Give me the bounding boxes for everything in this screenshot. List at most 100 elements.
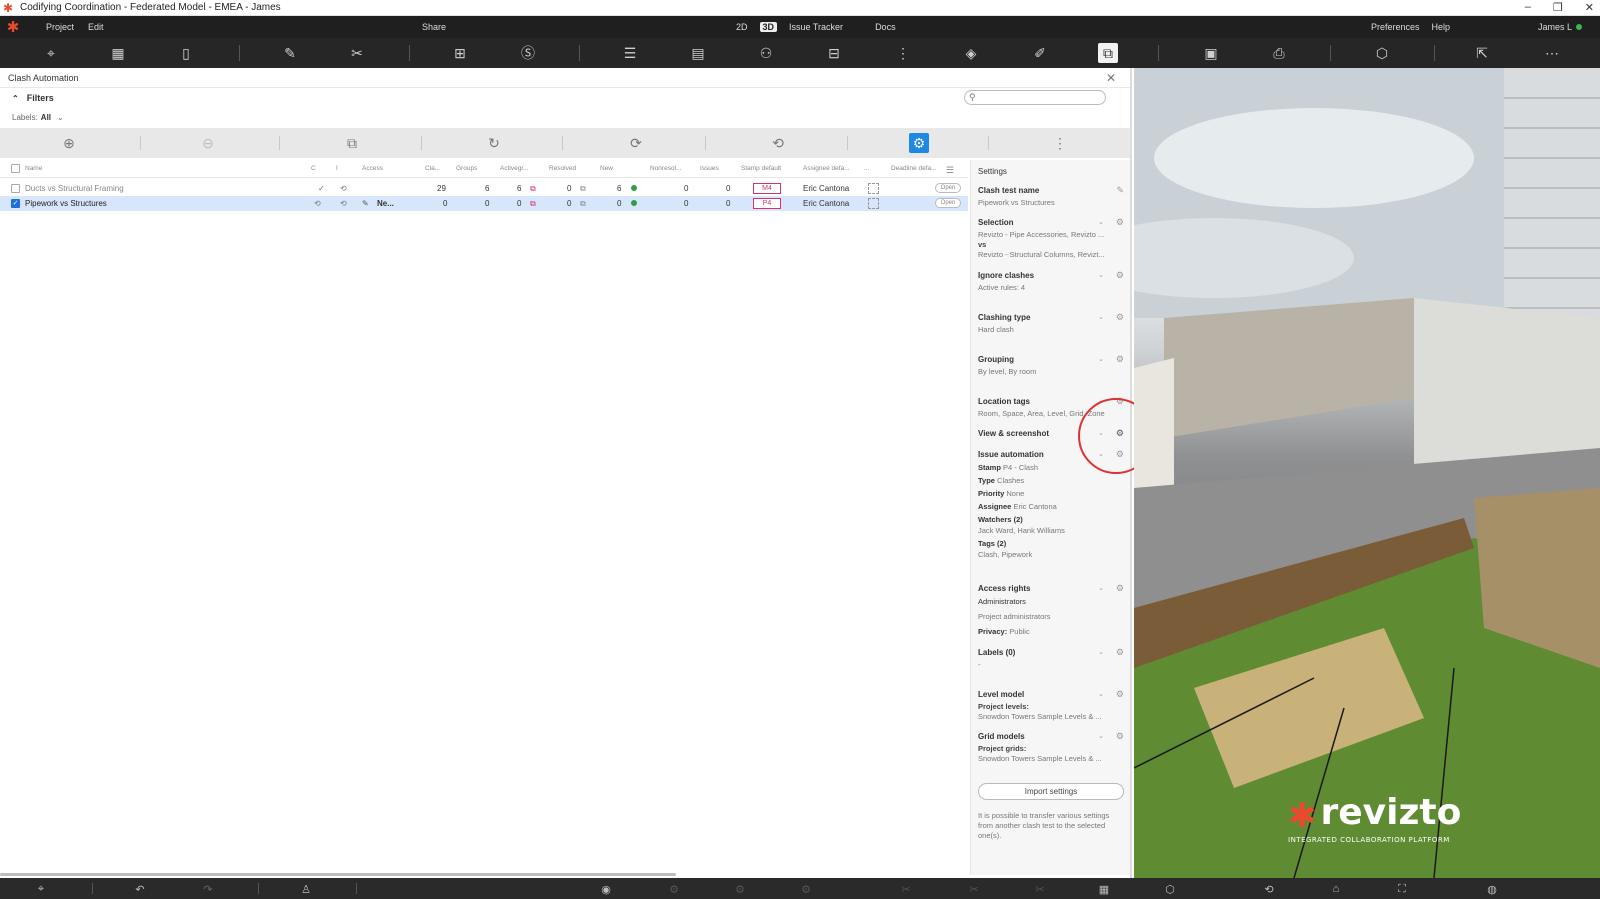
clash-automation-icon[interactable]: ⧉ xyxy=(1098,43,1118,63)
measure-icon[interactable]: ✎ xyxy=(280,43,300,63)
maximize-icon[interactable]: ❐ xyxy=(1553,1,1563,14)
help-link[interactable]: Help xyxy=(1431,22,1450,32)
row-active-link-icon[interactable]: ⧉ xyxy=(530,199,536,209)
gear-icon[interactable]: ⚙ xyxy=(1116,689,1124,700)
row-resolved-link-icon[interactable]: ⧉ xyxy=(580,199,586,209)
minimize-icon[interactable]: – xyxy=(1525,1,1531,14)
tool-icon[interactable]: ⚙ xyxy=(798,881,814,897)
col-resolved[interactable]: Resolved xyxy=(549,165,576,172)
col-groups[interactable]: Groups xyxy=(456,165,477,172)
chevron-down-icon[interactable]: ⌄ xyxy=(1098,690,1104,698)
add-clash-test-icon[interactable]: ⊕ xyxy=(59,133,79,153)
chevron-down-icon[interactable]: ⌄ xyxy=(1098,355,1104,363)
menu-share[interactable]: Share xyxy=(422,22,446,32)
refresh-icon[interactable]: ⟳ xyxy=(626,133,646,153)
gear-icon[interactable]: ⚙ xyxy=(1116,647,1124,658)
col-deadline-default[interactable]: Deadline defa... xyxy=(891,165,937,172)
mode-3d-button[interactable]: 3D xyxy=(759,22,778,32)
settings-gear-icon[interactable]: ⚙ xyxy=(909,133,929,153)
user-menu[interactable]: James L xyxy=(1538,22,1582,32)
globe-icon[interactable]: ◍ xyxy=(1484,881,1500,897)
gear-icon[interactable]: ⚙ xyxy=(1116,583,1124,594)
tool-icon[interactable]: ✂ xyxy=(966,881,982,897)
pencil-icon[interactable]: ✎ xyxy=(362,199,369,208)
cube-view-icon[interactable]: ⬡ xyxy=(1162,881,1178,897)
chevron-down-icon[interactable]: ⌄ xyxy=(1098,271,1104,279)
grid-icon[interactable]: ▦ xyxy=(1096,881,1112,897)
col-c[interactable]: C xyxy=(311,165,316,172)
horizontal-scrollbar[interactable] xyxy=(0,873,676,876)
tool-icon[interactable]: ⚙ xyxy=(732,881,748,897)
delete-clash-test-icon[interactable]: ⊖ xyxy=(198,133,218,153)
tool-icon[interactable]: ✂ xyxy=(898,881,914,897)
layers-icon[interactable]: ☰ xyxy=(620,43,640,63)
col-new[interactable]: New xyxy=(600,165,613,172)
paint-bucket-icon[interactable]: ◈ xyxy=(961,43,981,63)
col-active-groups[interactable]: Activegr... xyxy=(500,165,529,172)
col-clashes[interactable]: Cla... xyxy=(425,165,440,172)
fit-view-icon[interactable]: ⛶ xyxy=(1394,881,1410,897)
tool-icon[interactable]: ✂ xyxy=(1032,881,1048,897)
col-access[interactable]: Access xyxy=(362,165,383,172)
menu-project[interactable]: Project xyxy=(46,22,74,32)
tool-icon[interactable]: ⚙ xyxy=(666,881,682,897)
col-nonresolved[interactable]: Nonresol... xyxy=(650,165,681,172)
col-issues[interactable]: Issues xyxy=(700,165,719,172)
close-window-icon[interactable]: ✕ xyxy=(1585,1,1594,14)
section-cut-icon[interactable]: ✂ xyxy=(347,43,367,63)
chevron-down-icon[interactable]: ⌄ xyxy=(1098,218,1104,226)
gear-icon[interactable]: ⚙ xyxy=(1116,354,1124,365)
location-icon[interactable]: ⌖ xyxy=(33,881,49,897)
issue-tracker-link[interactable]: Issue Tracker xyxy=(789,22,843,32)
table-row[interactable]: Ducts vs Structural Framing ✓ ⟲ 29 6 6 ⧉… xyxy=(0,181,968,196)
select-all-checkbox[interactable] xyxy=(11,164,20,173)
search-input[interactable]: ⚲ xyxy=(964,90,1106,105)
binoculars-icon[interactable]: ⚇ xyxy=(756,43,776,63)
home-icon[interactable]: ⌂ xyxy=(1328,881,1344,897)
add-markup-icon[interactable]: ⊞ xyxy=(450,43,470,63)
edit-pencil-icon[interactable]: ✎ xyxy=(1116,185,1124,196)
list-icon[interactable]: ▤ xyxy=(688,43,708,63)
revizto-brand-icon[interactable]: ✱ xyxy=(0,16,26,38)
gear-icon[interactable]: ⚙ xyxy=(1116,217,1124,228)
presentation-icon[interactable]: ▣ xyxy=(1201,43,1221,63)
map-icon[interactable]: ▦ xyxy=(108,43,128,63)
model-tree-icon[interactable]: ⊟ xyxy=(824,43,844,63)
row-status-pill[interactable]: Open xyxy=(935,183,961,193)
col-name[interactable]: Name xyxy=(25,165,42,172)
orbit-icon[interactable]: ⟲ xyxy=(1261,881,1277,897)
row-active-link-icon[interactable]: ⧉ xyxy=(530,184,536,194)
mode-2d-button[interactable]: 2D xyxy=(736,22,748,32)
properties-icon[interactable]: ⋮ xyxy=(893,43,913,63)
menu-edit[interactable]: Edit xyxy=(88,22,104,32)
gear-icon[interactable]: ⚙ xyxy=(1116,312,1124,323)
cube-icon[interactable]: ⬡ xyxy=(1372,43,1392,63)
visibility-eye-icon[interactable]: ◉ xyxy=(598,881,614,897)
column-settings-icon[interactable]: ☰ xyxy=(946,165,954,176)
more-options-icon[interactable]: ⋮ xyxy=(1050,133,1070,153)
labels-filter[interactable]: Labels: All ⌄ xyxy=(0,108,1130,126)
walk-mode-icon[interactable]: ♙ xyxy=(298,881,314,897)
col-stamp-default[interactable]: Stamp default xyxy=(741,165,781,172)
col-assignee-default[interactable]: Assignee defa... xyxy=(803,165,850,172)
markup-list-icon[interactable]: ✐ xyxy=(1030,43,1050,63)
row-resolved-link-icon[interactable]: ⧉ xyxy=(580,184,586,194)
import-settings-button[interactable]: Import settings xyxy=(978,783,1124,800)
chevron-down-icon[interactable]: ⌄ xyxy=(1098,732,1104,740)
duplicate-clash-test-icon[interactable]: ⧉ xyxy=(342,133,362,153)
camera-icon[interactable]: ⎙ xyxy=(1269,43,1289,63)
stamp-icon[interactable]: Ⓢ xyxy=(518,43,538,63)
3d-viewport[interactable] xyxy=(1134,68,1600,878)
run-clash-icon[interactable]: ↻ xyxy=(484,133,504,153)
preferences-link[interactable]: Preferences xyxy=(1371,22,1420,32)
docs-link[interactable]: Docs xyxy=(875,22,896,32)
sheet-icon[interactable]: ▯ xyxy=(176,43,196,63)
filters-toggle[interactable]: ⌃ Filters xyxy=(0,88,1130,108)
chevron-down-icon[interactable]: ⌄ xyxy=(1098,313,1104,321)
row-checkbox[interactable]: ✓ xyxy=(11,199,20,208)
close-panel-icon[interactable]: ✕ xyxy=(1106,71,1116,85)
more-icon[interactable]: ⋯ xyxy=(1542,43,1562,63)
col-more[interactable]: ... xyxy=(864,165,869,172)
chevron-down-icon[interactable]: ⌄ xyxy=(1098,648,1104,656)
col-i[interactable]: I xyxy=(336,165,338,172)
